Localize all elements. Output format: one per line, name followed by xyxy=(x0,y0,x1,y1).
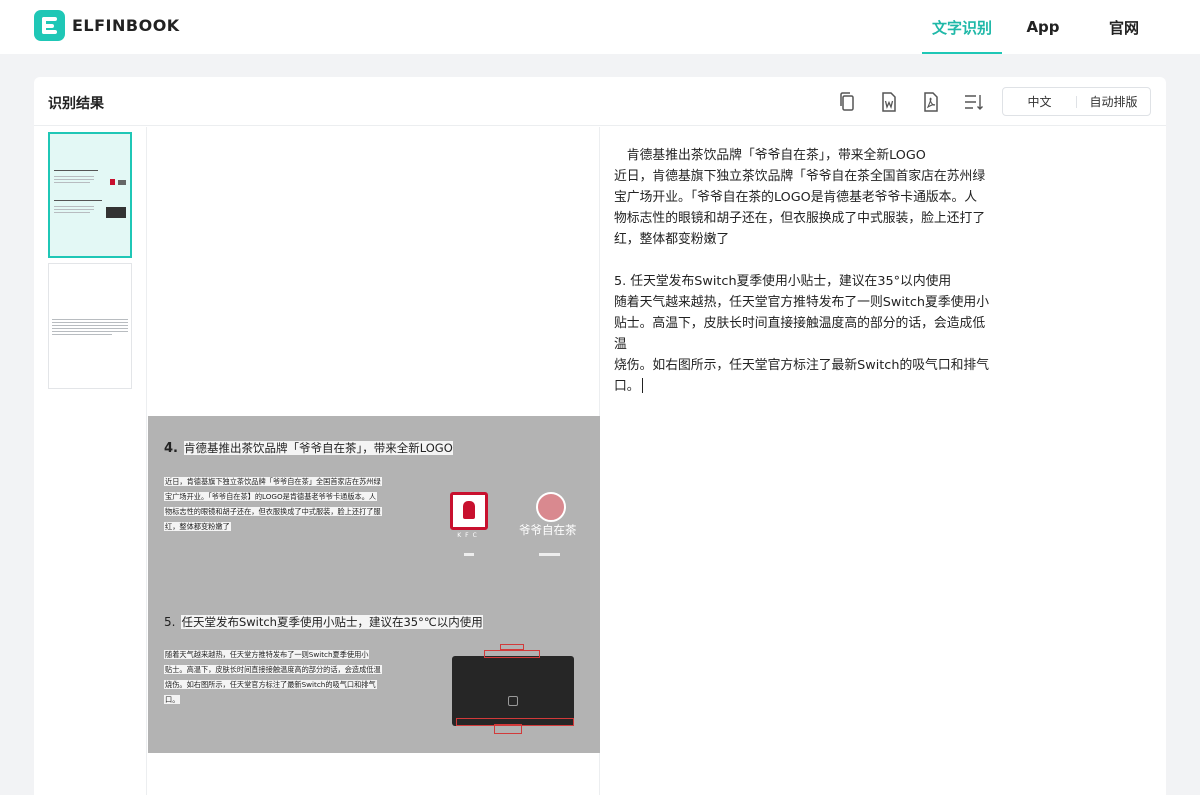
nav-app[interactable]: App xyxy=(1013,0,1073,54)
preview-heading-2: 5. 任天堂发布Switch夏季使用小贴士，建议在35°℃以内使用 xyxy=(164,615,483,629)
app-logo[interactable]: ELFINBOOK xyxy=(34,10,180,41)
grandpa-tea-caption xyxy=(539,553,560,556)
kfc-colonel-icon xyxy=(450,492,488,530)
logo-mark-icon xyxy=(34,10,65,41)
pdf-icon[interactable] xyxy=(921,91,941,113)
result-line: 物标志性的眼镜和胡子还在，但衣服换成了中式服装，脸上还打了 xyxy=(614,211,986,226)
auto-layout-option[interactable]: 自动排版 xyxy=(1077,93,1150,110)
preview-heading-1: 4. 肯德基推出茶饮品牌「爷爷自在茶」，带来全新LOGO xyxy=(164,441,453,456)
page-thumbnail-2[interactable] xyxy=(48,263,132,389)
grandpa-tea-brand-name: 爷爷自在茶 xyxy=(519,523,577,537)
result-line: 烧伤。如右图所示，任天堂官方标注了最新Switch的吸气口和排气 xyxy=(614,358,990,373)
result-line: 肯德基推出茶饮品牌「爷爷自在茶」，带来全新LOGO xyxy=(614,148,926,163)
sort-lines-icon[interactable] xyxy=(963,91,983,113)
top-navigation-bar: ELFINBOOK 文字识别 App 官网 xyxy=(0,0,1200,54)
language-option[interactable]: 中文 xyxy=(1003,93,1076,110)
result-line: 红，整体都变粉嫩了 xyxy=(614,232,730,247)
card-header: 识别结果 中文 自动排版 xyxy=(34,77,1166,126)
kfc-caption xyxy=(464,553,474,556)
result-line: 近日，肯德基旗下独立茶饮品牌「爷爷自在茶全国首家店在苏州绿 xyxy=(614,169,986,184)
kfc-logo: KFC xyxy=(450,492,488,539)
text-caret xyxy=(641,378,643,393)
nav-official-site[interactable]: 官网 xyxy=(1094,0,1154,54)
grandpa-tea-logo-icon xyxy=(536,492,566,522)
page-thumbnail-1[interactable] xyxy=(48,132,132,258)
nav-text-recognition[interactable]: 文字识别 xyxy=(922,0,1002,54)
result-card: 识别结果 中文 自动排版 4. 肯德基推出茶饮品牌「爷爷自在茶」，带来全新LOG… xyxy=(34,77,1166,795)
result-line: 随着天气越来越热，任天堂官方推特发布了一则Switch夏季使用小 xyxy=(614,295,990,310)
page-thumbnails xyxy=(34,127,147,795)
nintendo-switch-logo-icon xyxy=(508,696,518,706)
result-line: 宝广场开业。「爷爷自在茶的LOGO是肯德基老爷爷卡通版本。人 xyxy=(614,190,978,205)
preview-paragraph-2: 随着天气越来越热，任天堂方推特发布了一则Switch夏季使用小 贴士。高温下，皮… xyxy=(164,650,382,704)
air-intake-marker-top xyxy=(500,644,524,650)
copy-icon[interactable] xyxy=(837,91,857,113)
word-icon[interactable] xyxy=(879,91,899,113)
air-intake-marker xyxy=(484,650,540,658)
result-line: 5. 任天堂发布Switch夏季使用小贴士，建议在35°以内使用 xyxy=(614,274,952,289)
document-preview: 4. 肯德基推出茶饮品牌「爷爷自在茶」，带来全新LOGO 近日，肯德基旗下独立茶饮… xyxy=(148,127,600,795)
switch-console-image xyxy=(452,656,574,726)
air-exhaust-marker-bottom xyxy=(494,724,522,734)
card-title: 识别结果 xyxy=(48,96,104,112)
preview-paragraph-1: 近日，肯德基旗下独立茶饮品牌「爷爷自在茶」全国首家店在苏州绿 宝广场开业。「爷爷… xyxy=(164,477,382,531)
options-group: 中文 自动排版 xyxy=(1002,87,1151,116)
recognized-text[interactable]: 肯德基推出茶饮品牌「爷爷自在茶」，带来全新LOGO 近日，肯德基旗下独立茶饮品牌… xyxy=(614,145,994,397)
preview-page-image[interactable]: 4. 肯德基推出茶饮品牌「爷爷自在茶」，带来全新LOGO 近日，肯德基旗下独立茶饮… xyxy=(148,416,600,753)
result-line: 贴士。高温下，皮肤长时间直接接触温度高的部分的话，会造成低温 xyxy=(614,316,986,352)
logo-text: ELFINBOOK xyxy=(72,16,180,35)
result-line-last: 口。 xyxy=(614,376,994,397)
